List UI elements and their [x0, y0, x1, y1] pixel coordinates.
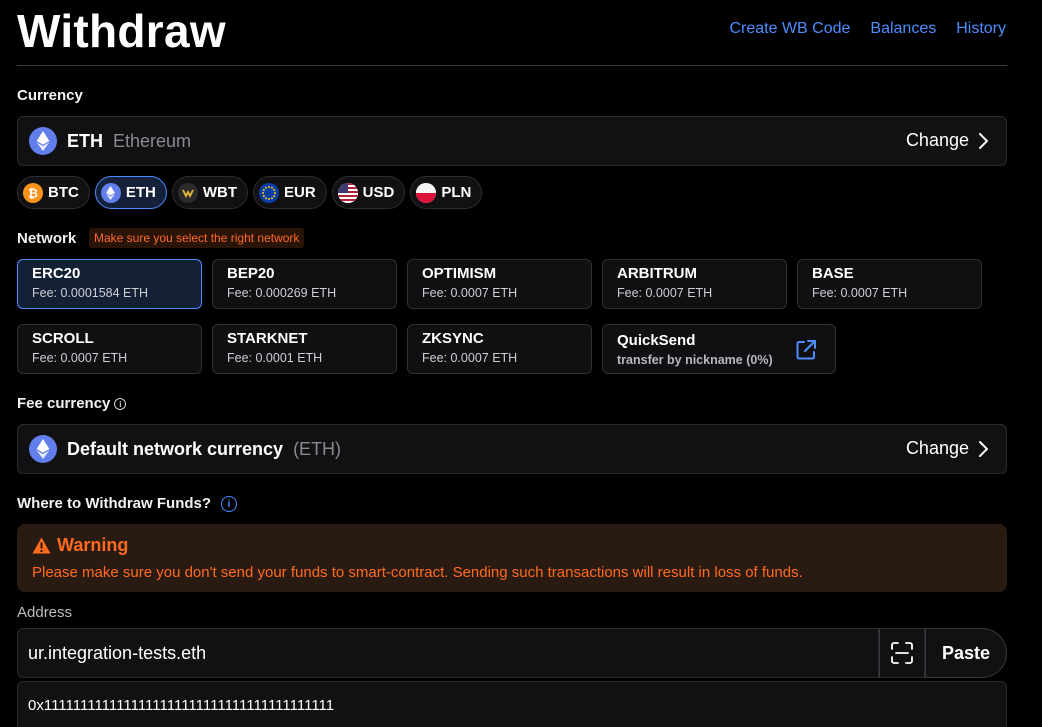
whitebit-icon: [177, 182, 198, 203]
scan-qr-button[interactable]: [879, 628, 925, 678]
chevron-right-icon: [979, 132, 988, 149]
network-option-quicksend[interactable]: QuickSend transfer by nickname (0%): [602, 324, 836, 374]
network-fee: Fee: 0.0007 ETH: [422, 351, 518, 365]
pill-eur[interactable]: EUR: [252, 176, 327, 209]
svg-text:₿: ₿: [28, 186, 38, 200]
warning-title: Warning: [32, 535, 1007, 556]
pill-label: WBT: [202, 184, 237, 201]
change-label: Change: [905, 438, 969, 458]
fee-currency-select[interactable]: Default network currency (ETH) Change: [17, 424, 1007, 474]
network-fee: Fee: 0.000269 ETH: [227, 286, 337, 300]
network-name: STARKNET: [227, 330, 308, 347]
info-icon[interactable]: i: [221, 496, 238, 513]
ethereum-icon: [100, 182, 121, 203]
info-icon[interactable]: i: [114, 398, 127, 411]
history-link[interactable]: History: [956, 20, 1006, 38]
network-name: OPTIMISM: [422, 265, 497, 282]
us-flag-icon: [337, 182, 358, 203]
network-hint: Make sure you select the right network: [89, 228, 305, 248]
pill-label: ETH: [125, 184, 156, 201]
chevron-right-icon: [979, 440, 988, 457]
change-label: Change: [905, 130, 969, 150]
network-option-erc20[interactable]: ERC20 Fee: 0.0001584 ETH: [17, 259, 202, 309]
warning-text: Please make sure you don't send your fun…: [32, 564, 803, 581]
address-input[interactable]: ur.integration-tests.eth: [17, 628, 879, 678]
network-fee: Fee: 0.0007 ETH: [32, 351, 128, 365]
fee-currency-label-text: Fee currency: [17, 395, 111, 412]
ethereum-icon: [29, 127, 57, 155]
withdraw-to-label: Where to Withdraw Funds? i: [17, 495, 238, 513]
network-name: BEP20: [227, 265, 275, 282]
page-title: Withdraw: [17, 5, 226, 57]
network-option-bep20[interactable]: BEP20 Fee: 0.000269 ETH: [212, 259, 397, 309]
network-name: ARBITRUM: [617, 265, 697, 282]
warning-title-text: Warning: [57, 535, 129, 555]
network-name: BASE: [812, 265, 854, 282]
withdraw-page: Withdraw Create WB Code Balances History…: [17, 0, 1007, 727]
balances-link[interactable]: Balances: [870, 20, 936, 38]
network-option-optimism[interactable]: OPTIMISM Fee: 0.0007 ETH: [407, 259, 592, 309]
pill-pln[interactable]: PLN: [410, 176, 483, 209]
address-label: Address: [17, 604, 73, 621]
fee-currency-value: Default network currency: [67, 438, 284, 459]
pill-btc[interactable]: ₿ BTC: [17, 176, 90, 209]
create-wb-code-link[interactable]: Create WB Code: [729, 20, 850, 38]
network-option-starknet[interactable]: STARKNET Fee: 0.0001 ETH: [212, 324, 397, 374]
network-fee: Fee: 0.0007 ETH: [812, 286, 908, 300]
network-name: SCROLL: [32, 330, 94, 347]
external-link-icon: [796, 340, 816, 360]
warning-icon: [32, 537, 51, 554]
currency-symbol: ETH: [67, 130, 103, 151]
network-fee: Fee: 0.0001584 ETH: [32, 286, 149, 300]
network-label: Network: [17, 230, 77, 247]
pill-label: PLN: [441, 184, 472, 201]
paste-button[interactable]: Paste: [925, 628, 1007, 678]
currency-change-button[interactable]: Change: [906, 130, 988, 151]
bitcoin-icon: ₿: [23, 182, 43, 203]
pill-usd[interactable]: USD: [331, 176, 406, 209]
fee-currency-label: Fee currency i: [17, 395, 127, 412]
pl-flag-icon: [416, 182, 437, 203]
network-option-base[interactable]: BASE Fee: 0.0007 ETH: [797, 259, 982, 309]
warning-banner: Warning Please make sure you don't send …: [17, 524, 1007, 592]
network-fee: Fee: 0.0001 ETH: [227, 351, 323, 365]
currency-select[interactable]: ETH Ethereum Change: [17, 116, 1007, 166]
currency-name: Ethereum: [113, 130, 192, 151]
network-option-arbitrum[interactable]: ARBITRUM Fee: 0.0007 ETH: [602, 259, 787, 309]
fee-currency-suffix: (ETH): [293, 438, 342, 459]
pill-label: BTC: [48, 184, 79, 201]
network-fee: Fee: 0.0007 ETH: [617, 286, 713, 300]
pill-eth[interactable]: ETH: [94, 176, 167, 209]
network-name: ZKSYNC: [422, 330, 484, 347]
address-row: ur.integration-tests.eth Paste: [17, 628, 1007, 678]
network-option-zksync[interactable]: ZKSYNC Fee: 0.0007 ETH: [407, 324, 592, 374]
header-links: Create WB Code Balances History: [729, 20, 1006, 38]
network-option-scroll[interactable]: SCROLL Fee: 0.0007 ETH: [17, 324, 202, 374]
pill-label: USD: [362, 184, 395, 201]
pill-wbt[interactable]: WBT: [171, 176, 248, 209]
resolved-address: 0x11111111111111111111111111111111111111…: [17, 681, 1007, 727]
network-options: ERC20 Fee: 0.0001584 ETH BEP20 Fee: 0.00…: [17, 259, 1007, 375]
scan-icon: [891, 642, 913, 664]
withdraw-to-label-text: Where to Withdraw Funds?: [17, 495, 212, 512]
fee-currency-change-button[interactable]: Change: [906, 438, 988, 459]
currency-label: Currency: [17, 87, 83, 104]
pill-label: EUR: [283, 184, 316, 201]
page-header: Withdraw Create WB Code Balances History: [17, 0, 1007, 66]
eu-flag-icon: [258, 182, 279, 203]
ethereum-icon: [29, 435, 57, 463]
currency-quick-picks: ₿ BTC ETH WBT EUR USD PLN: [17, 176, 483, 209]
network-name: ERC20: [32, 265, 81, 282]
network-fee: Fee: 0.0007 ETH: [422, 286, 518, 300]
